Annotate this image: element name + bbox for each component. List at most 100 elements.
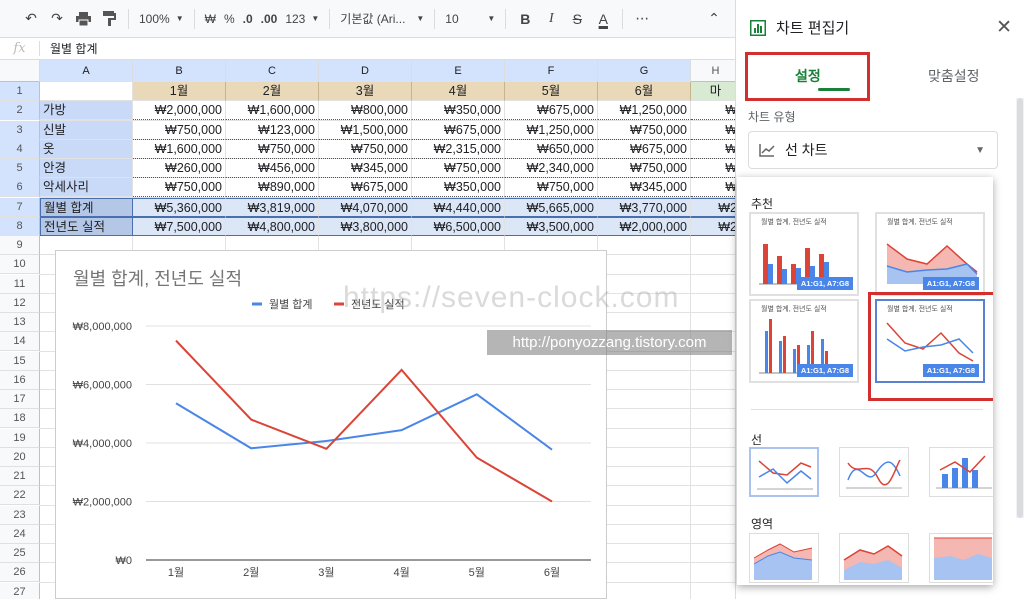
column-header-A[interactable]: A [40,60,133,82]
value-cell[interactable]: ₩675,000 [412,121,505,140]
collapse-toolbar-icon[interactable]: ⌃ [701,6,727,32]
value-cell[interactable]: ₩3,770,000 [598,198,691,217]
row-header-1[interactable]: 1 [0,82,40,101]
row-header-11[interactable]: 11 [0,275,40,294]
row-header-25[interactable]: 25 [0,544,40,563]
row-label-cell[interactable]: 안경 [40,159,133,178]
value-cell[interactable]: ₩2,315,000 [412,140,505,159]
column-header-C[interactable]: C [226,60,319,82]
value-cell[interactable]: ₩675,000 [319,178,412,197]
thumb-combo-chart[interactable] [929,447,993,497]
value-cell[interactable]: ₩ [691,140,735,159]
zoom-select[interactable]: 100%▼ [135,12,188,26]
embedded-chart[interactable]: 월별 합계, 전년도 실적월별 합계전년도 실적₩0₩2,000,000₩4,0… [55,250,607,599]
row-label-cell[interactable]: 가방 [40,101,133,120]
row-header-19[interactable]: 19 [0,429,40,448]
header-cell[interactable]: 3월 [319,82,412,101]
row-header-10[interactable]: 10 [0,255,40,274]
header-cell[interactable] [40,82,133,101]
tab-customize[interactable]: 맞춤설정 [928,66,980,86]
row-label-cell[interactable]: 옷 [40,140,133,159]
row-header-14[interactable]: 14 [0,332,40,351]
row-label-cell[interactable]: 전년도 실적 [40,217,133,236]
row-header-7[interactable]: 7 [0,198,40,217]
value-cell[interactable]: ₩2 [691,217,735,236]
row-header-12[interactable]: 12 [0,294,40,313]
currency-button[interactable]: ₩ [201,12,220,26]
column-header-E[interactable]: E [412,60,505,82]
value-cell[interactable]: ₩800,000 [319,101,412,120]
value-cell[interactable]: ₩5,665,000 [505,198,598,217]
value-cell[interactable]: ₩4,800,000 [226,217,319,236]
header-cell[interactable]: 2월 [226,82,319,101]
header-cell[interactable]: 마 [691,82,735,101]
thumb-area-chart[interactable]: 월별 합계, 전년도 실적 A1:G1, A7:G8 [875,212,985,296]
value-cell[interactable]: ₩1,250,000 [505,121,598,140]
value-cell[interactable]: ₩1,250,000 [598,101,691,120]
thumb-area-stacked[interactable] [839,533,909,583]
value-cell[interactable]: ₩4,070,000 [319,198,412,217]
row-header-22[interactable]: 22 [0,486,40,505]
value-cell[interactable]: ₩2,000,000 [133,101,226,120]
row-header-20[interactable]: 20 [0,448,40,467]
percent-button[interactable]: % [220,12,239,26]
value-cell[interactable]: ₩750,000 [505,178,598,197]
text-color-button[interactable]: A [590,6,616,32]
print-icon[interactable] [70,6,96,32]
value-cell[interactable]: ₩ [691,121,735,140]
value-cell[interactable]: ₩750,000 [319,140,412,159]
value-cell[interactable]: ₩5,360,000 [133,198,226,217]
value-cell[interactable]: ₩650,000 [505,140,598,159]
row-header-8[interactable]: 8 [0,217,40,236]
thumb-column-chart[interactable]: 월별 합계, 전년도 실적 A1:G1, A7:G8 [749,212,859,296]
thumb-area-100[interactable] [929,533,993,583]
column-header-H[interactable]: H [691,60,735,82]
value-cell[interactable]: ₩345,000 [598,178,691,197]
value-cell[interactable]: ₩260,000 [133,159,226,178]
row-header-24[interactable]: 24 [0,525,40,544]
row-header-6[interactable]: 6 [0,178,40,197]
value-cell[interactable]: ₩750,000 [226,140,319,159]
column-header-G[interactable]: G [598,60,691,82]
header-cell[interactable]: 5월 [505,82,598,101]
row-header-27[interactable]: 27 [0,583,40,600]
value-cell[interactable]: ₩675,000 [598,140,691,159]
column-header-D[interactable]: D [319,60,412,82]
value-cell[interactable]: ₩123,000 [226,121,319,140]
value-cell[interactable]: ₩750,000 [598,121,691,140]
tab-setup[interactable]: 설정 [795,66,821,86]
value-cell[interactable]: ₩ [691,159,735,178]
paint-format-icon[interactable] [96,6,122,32]
scrollbar[interactable] [1016,98,1024,518]
value-cell[interactable]: ₩7,500,000 [133,217,226,236]
row-label-cell[interactable]: 신발 [40,121,133,140]
row-header-17[interactable]: 17 [0,390,40,409]
row-header-3[interactable]: 3 [0,121,40,140]
value-cell[interactable]: ₩3,800,000 [319,217,412,236]
value-cell[interactable]: ₩750,000 [598,159,691,178]
value-cell[interactable]: ₩3,500,000 [505,217,598,236]
font-size-select[interactable]: 10▼ [441,12,499,26]
value-cell[interactable]: ₩ [691,101,735,120]
decrease-decimal-button[interactable]: .0 [239,12,257,26]
value-cell[interactable]: ₩750,000 [133,178,226,197]
header-cell[interactable]: 4월 [412,82,505,101]
row-header-9[interactable]: 9 [0,236,40,255]
value-cell[interactable]: ₩2,000,000 [598,217,691,236]
value-cell[interactable]: ₩345,000 [319,159,412,178]
row-header-5[interactable]: 5 [0,159,40,178]
row-header-2[interactable]: 2 [0,101,40,120]
value-cell[interactable]: ₩6,500,000 [412,217,505,236]
chart-type-select[interactable]: 선 차트 ▼ [748,131,998,169]
increase-decimal-button[interactable]: .00 [257,12,282,26]
close-icon[interactable]: ✕ [996,16,1012,39]
thumb-column-chart-2[interactable]: 월별 합계, 전년도 실적 A1:G1, A7:G8 [749,299,859,383]
value-cell[interactable]: ₩4,440,000 [412,198,505,217]
header-cell[interactable]: 1월 [133,82,226,101]
more-button[interactable]: ⋯ [629,6,655,32]
row-label-cell[interactable]: 악세사리 [40,178,133,197]
column-header-B[interactable]: B [133,60,226,82]
italic-button[interactable]: I [538,6,564,32]
value-cell[interactable]: ₩1,600,000 [226,101,319,120]
row-header-26[interactable]: 26 [0,563,40,582]
